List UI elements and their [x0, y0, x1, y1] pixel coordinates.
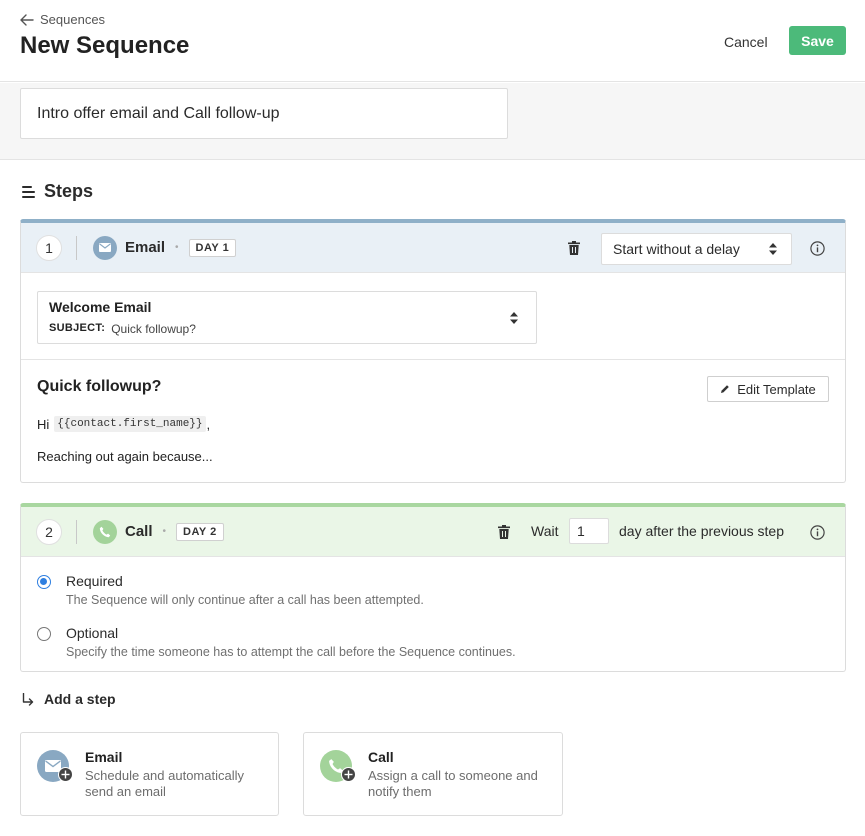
- radio-option-required[interactable]: Required The Sequence will only continue…: [37, 573, 424, 607]
- subject-value: Quick followup?: [111, 322, 196, 336]
- template-name: Welcome Email: [49, 299, 152, 315]
- radio-option-optional[interactable]: Optional Specify the time someone has to…: [37, 625, 516, 659]
- divider: [76, 235, 77, 260]
- add-call-step-card[interactable]: Call Assign a call to someone and notify…: [303, 732, 563, 816]
- add-card-description: Assign a call to someone and notify them: [368, 768, 538, 799]
- back-to-sequences-link[interactable]: Sequences: [20, 12, 105, 27]
- list-icon: [22, 185, 36, 198]
- pencil-icon: [721, 385, 730, 393]
- add-email-step-card[interactable]: Email Schedule and automatically send an…: [20, 732, 279, 816]
- divider: [76, 519, 77, 544]
- step-number: 2: [36, 518, 62, 545]
- step-card-call: 2 Call • DAY 2 Wait day after the previo…: [20, 503, 846, 672]
- edit-template-label: Edit Template: [737, 381, 816, 397]
- plus-icon: [341, 767, 356, 782]
- up-down-chevron-icon: [510, 312, 518, 324]
- separator-dot: •: [175, 242, 179, 253]
- email-preview: Quick followup? Edit Template Hi {{conta…: [21, 359, 845, 482]
- step-header: 1 Email • DAY 1 Start without a delay: [21, 223, 845, 273]
- preview-greeting-line: Hi {{contact.first_name}} ,: [37, 416, 210, 432]
- page-header: Sequences New Sequence Cancel Save: [0, 0, 865, 82]
- phone-icon: [93, 519, 117, 544]
- wait-suffix: day after the previous step: [619, 523, 784, 539]
- delay-select-value: Start without a delay: [613, 241, 740, 257]
- radio-description: The Sequence will only continue after a …: [66, 593, 424, 607]
- step-number: 1: [36, 234, 62, 261]
- info-icon[interactable]: [810, 241, 825, 256]
- preview-body: Reaching out again because...: [37, 449, 213, 464]
- subject-label: SUBJECT:: [49, 322, 106, 334]
- email-icon: [93, 235, 117, 260]
- step-header: 2 Call • DAY 2 Wait day after the previo…: [21, 507, 845, 557]
- wait-label: Wait: [531, 523, 559, 539]
- radio-title: Optional: [66, 625, 119, 641]
- wait-days-input[interactable]: [569, 518, 609, 544]
- cancel-button[interactable]: Cancel: [716, 28, 776, 56]
- radio-title: Required: [66, 573, 123, 589]
- day-badge: DAY 2: [176, 522, 224, 541]
- preview-subject: Quick followup?: [37, 378, 162, 395]
- up-down-chevron-icon: [769, 243, 777, 255]
- steps-heading: Steps: [22, 181, 93, 202]
- trash-icon[interactable]: [568, 241, 580, 255]
- radio-description: Specify the time someone has to attempt …: [66, 645, 516, 659]
- template-subject: SUBJECT: Quick followup?: [49, 322, 196, 336]
- steps-heading-label: Steps: [44, 181, 94, 201]
- add-step-label: Add a step: [44, 691, 116, 707]
- greeting-suffix: ,: [206, 416, 211, 432]
- greeting-text: Hi: [37, 416, 50, 432]
- delay-select[interactable]: Start without a delay: [601, 233, 792, 265]
- required-radio[interactable]: [37, 575, 51, 589]
- sequence-name-input[interactable]: [20, 88, 508, 139]
- step-card-email: 1 Email • DAY 1 Start without a delay We…: [20, 219, 846, 483]
- day-badge: DAY 1: [188, 238, 237, 257]
- add-card-title: Email: [85, 749, 123, 765]
- add-step-heading: Add a step: [22, 691, 116, 707]
- merge-field-token: {{contact.first_name}}: [54, 416, 206, 432]
- optional-radio[interactable]: [37, 627, 51, 641]
- save-button[interactable]: Save: [789, 26, 846, 55]
- sequence-name-section: [0, 83, 865, 160]
- edit-template-button[interactable]: Edit Template: [707, 376, 829, 402]
- info-icon[interactable]: [810, 525, 825, 540]
- add-card-description: Schedule and automatically send an email: [85, 768, 244, 799]
- back-link-label: Sequences: [40, 12, 106, 27]
- step-type-label: Call: [125, 523, 153, 540]
- arrow-left-icon: [20, 13, 34, 26]
- step-type-label: Email: [125, 239, 166, 256]
- return-arrow-icon: [22, 692, 34, 706]
- plus-icon: [58, 767, 73, 782]
- trash-icon[interactable]: [498, 525, 510, 539]
- email-template-select[interactable]: Welcome Email SUBJECT: Quick followup?: [37, 291, 537, 344]
- add-card-title: Call: [368, 749, 394, 765]
- separator-dot: •: [162, 526, 167, 537]
- page-title: New Sequence: [20, 32, 190, 59]
